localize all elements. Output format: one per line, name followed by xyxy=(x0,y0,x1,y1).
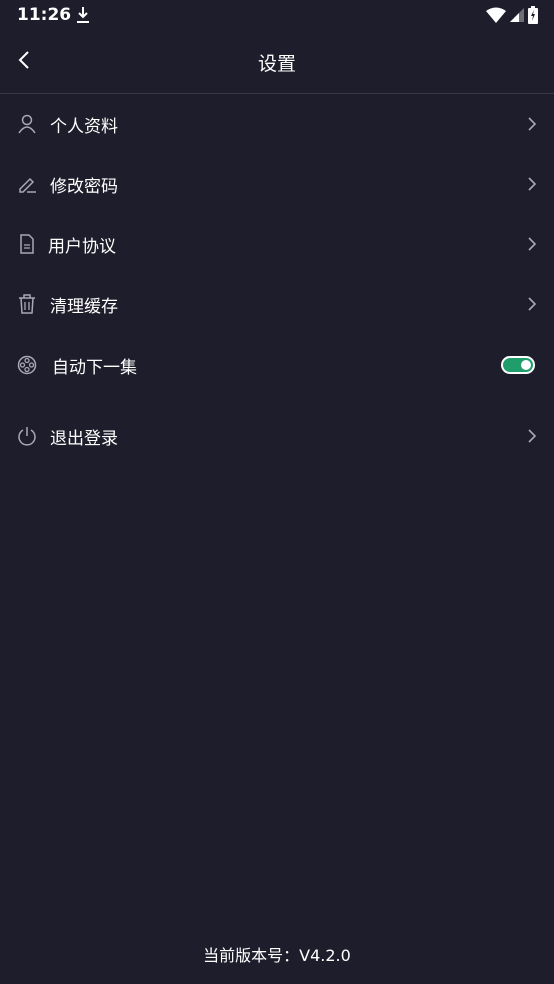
menu-item-user-agreement[interactable]: 用户协议 xyxy=(0,214,554,274)
menu-item-label: 退出登录 xyxy=(50,428,118,449)
menu-item-label: 个人资料 xyxy=(50,116,118,137)
menu-item-auto-next-episode: 自动下一集 xyxy=(0,334,554,396)
status-bar: 11:26 xyxy=(0,0,554,30)
status-indicators xyxy=(486,6,538,24)
chevron-right-icon xyxy=(527,296,537,312)
chevron-right-icon xyxy=(527,116,537,132)
document-icon xyxy=(17,234,37,254)
trash-icon xyxy=(17,294,37,314)
wifi-icon xyxy=(486,7,506,23)
battery-icon xyxy=(528,6,538,24)
menu-item-label: 修改密码 xyxy=(50,176,118,197)
page-title: 设置 xyxy=(257,53,296,75)
pencil-icon xyxy=(17,174,37,194)
menu-item-label: 清理缓存 xyxy=(50,296,118,317)
toggle-knob xyxy=(521,360,531,370)
user-icon xyxy=(17,114,37,134)
film-reel-icon xyxy=(17,355,37,375)
status-time: 11:26 xyxy=(17,5,72,25)
auto-next-toggle[interactable] xyxy=(501,356,535,374)
menu-item-profile[interactable]: 个人资料 xyxy=(0,94,554,154)
chevron-right-icon xyxy=(527,176,537,192)
app-header: 设置 xyxy=(0,30,554,94)
app-version: 当前版本号：V4.2.0 xyxy=(203,946,351,965)
menu-item-logout[interactable]: 退出登录 xyxy=(0,406,554,466)
signal-icon xyxy=(510,8,524,22)
menu-item-label: 自动下一集 xyxy=(52,357,137,378)
download-icon xyxy=(77,7,89,23)
chevron-right-icon xyxy=(527,428,537,444)
power-icon xyxy=(17,426,37,446)
chevron-right-icon xyxy=(527,236,537,252)
menu-item-clear-cache[interactable]: 清理缓存 xyxy=(0,274,554,334)
menu-item-label: 用户协议 xyxy=(48,236,116,257)
settings-menu: 个人资料 修改密码 用户协议 清理缓存 自动下一集 退出登录 xyxy=(0,94,554,466)
menu-item-change-password[interactable]: 修改密码 xyxy=(0,154,554,214)
